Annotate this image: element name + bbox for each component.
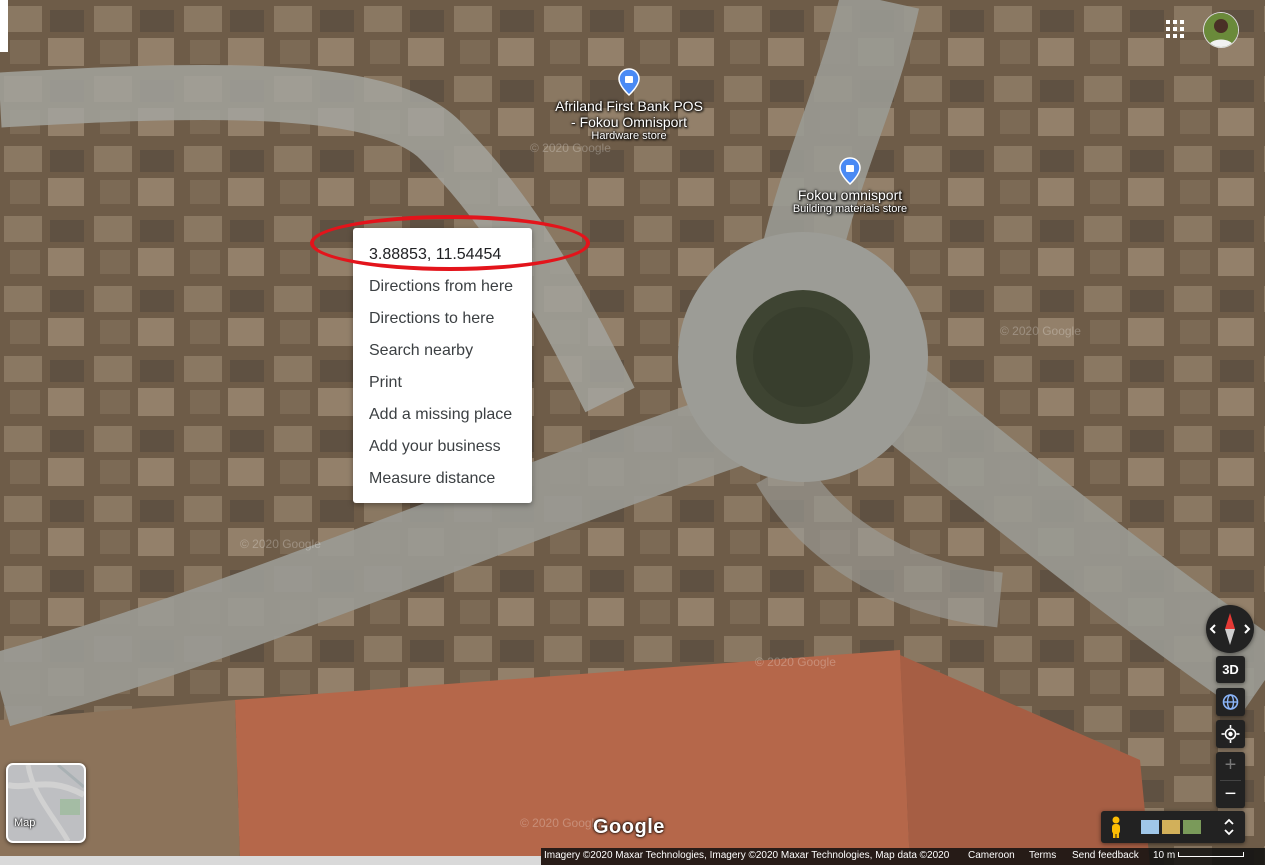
place-fokou-omnisport[interactable]: Fokou omnisport Building materials store <box>780 157 920 216</box>
imagery-thumb-3 <box>1183 820 1201 834</box>
svg-text:© 2020 Google: © 2020 Google <box>530 141 611 155</box>
layer-label: Map <box>14 817 36 829</box>
place-name: Fokou omnisport <box>797 187 903 203</box>
imagery-thumb-1 <box>1141 820 1159 834</box>
google-logo: Google <box>593 816 665 838</box>
terms-link[interactable]: Terms <box>1029 849 1056 862</box>
compass-control[interactable] <box>1206 605 1254 653</box>
menu-item-directions-from[interactable]: Directions from here <box>353 271 532 303</box>
place-category: Hardware store <box>591 130 667 142</box>
expand-icon <box>1224 818 1234 836</box>
side-panel-edge <box>0 0 8 52</box>
globe-icon <box>1222 694 1239 710</box>
svg-text:© 2020 Google: © 2020 Google <box>755 655 836 669</box>
menu-item-add-business[interactable]: Add your business <box>353 431 532 463</box>
map-layer-toggle[interactable]: Map <box>6 763 86 843</box>
tray-strip <box>0 856 541 865</box>
scale-label[interactable]: 10 m <box>1153 849 1175 862</box>
menu-item-directions-to[interactable]: Directions to here <box>353 303 532 335</box>
menu-item-measure-distance[interactable]: Measure distance <box>353 463 532 495</box>
3d-toggle-button[interactable]: 3D <box>1216 656 1245 683</box>
menu-item-add-missing-place[interactable]: Add a missing place <box>353 399 532 431</box>
zoom-control: + − <box>1216 752 1245 808</box>
coordinates-item[interactable]: 3.88853, 11.54454 <box>353 236 532 271</box>
country-label[interactable]: Cameroon <box>968 849 1015 862</box>
account-avatar[interactable] <box>1203 12 1239 48</box>
map-footer: Imagery ©2020 Maxar Technologies, Imager… <box>541 848 1265 865</box>
imagery-thumb-2 <box>1162 820 1180 834</box>
apps-grid-icon[interactable] <box>1162 16 1188 42</box>
bottom-toolbar-icons <box>1112 816 1234 838</box>
place-afriland-bank[interactable]: Afriland First Bank POS - Fokou Omnispor… <box>546 68 712 143</box>
place-category: Building materials store <box>792 203 908 215</box>
place-name: Afriland First Bank POS - Fokou Omnispor… <box>555 98 703 130</box>
avatar-image <box>1204 13 1238 47</box>
send-feedback-link[interactable]: Send feedback <box>1072 849 1139 862</box>
place-pin-icon <box>839 157 861 185</box>
bottom-toolbar <box>1101 811 1245 843</box>
imagery-attribution: Imagery ©2020 Maxar Technologies, Imager… <box>544 850 950 861</box>
svg-text:© 2020 Google: © 2020 Google <box>1000 324 1081 338</box>
place-pin-icon <box>618 68 640 96</box>
layers-icon <box>8 765 84 841</box>
globe-view-button[interactable] <box>1216 688 1245 716</box>
scale-bar <box>1178 852 1244 857</box>
zoom-in-button[interactable]: + <box>1216 752 1245 780</box>
menu-item-print[interactable]: Print <box>353 367 532 399</box>
map-context-menu: 3.88853, 11.54454 Directions from here D… <box>353 228 532 503</box>
pegman-icon <box>1112 816 1120 838</box>
my-location-icon <box>1221 725 1240 743</box>
my-location-button[interactable] <box>1216 720 1245 748</box>
compass-icon <box>1209 613 1251 645</box>
menu-item-search-nearby[interactable]: Search nearby <box>353 335 532 367</box>
svg-text:© 2020 Google: © 2020 Google <box>520 816 601 830</box>
svg-text:© 2020 Google: © 2020 Google <box>240 537 321 551</box>
zoom-out-button[interactable]: − <box>1216 781 1245 809</box>
